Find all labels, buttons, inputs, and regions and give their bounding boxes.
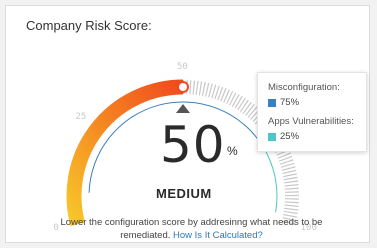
score-unit: %: [227, 144, 238, 158]
risk-score-card: Company Risk Score: 0 25 50 75 100 50 % …: [5, 5, 370, 243]
legend-swatch-misconfiguration: [268, 99, 276, 107]
legend-value-misconfiguration: 75%: [280, 97, 300, 108]
how-calculated-link[interactable]: How Is It Calculated?: [173, 230, 263, 241]
score-knob: [177, 81, 189, 93]
risk-level: MEDIUM: [156, 186, 212, 201]
pointer-triangle: [176, 104, 190, 113]
apps-vulnerabilities-arc: [262, 145, 278, 213]
legend-swatch-apps-vulnerabilities: [268, 133, 276, 141]
breakdown-tooltip: Misconfiguration: 75% Apps Vulnerabiliti…: [257, 72, 367, 152]
legend-label-apps-vulnerabilities: Apps Vulnerabilities:: [268, 116, 354, 127]
score-value: 50: [160, 116, 226, 174]
scale-label-25: 25: [75, 112, 87, 123]
scale-label-50: 50: [177, 62, 188, 72]
remediation-note: Lower the configuration score by addresi…: [54, 216, 329, 242]
legend-value-apps-vulnerabilities: 25%: [280, 131, 300, 142]
legend-label-misconfiguration: Misconfiguration:: [268, 82, 340, 93]
